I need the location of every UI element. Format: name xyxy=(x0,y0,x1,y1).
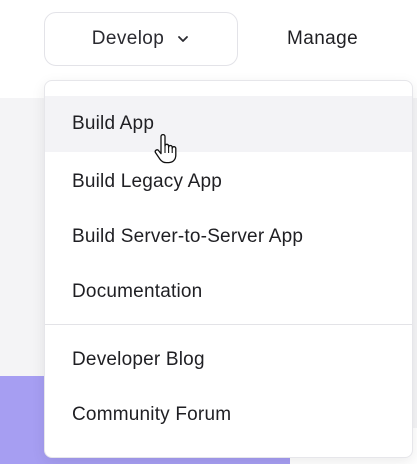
menu-item-build-app[interactable]: Build App xyxy=(45,96,412,152)
menu-item-label: Community Forum xyxy=(72,404,232,425)
menu-item-label: Build App xyxy=(72,113,155,134)
menu-divider xyxy=(45,324,412,325)
menu-item-build-server-to-server-app[interactable]: Build Server-to-Server App xyxy=(45,209,412,265)
menu-item-label: Build Server-to-Server App xyxy=(72,226,304,247)
develop-menu-button[interactable]: Develop xyxy=(44,12,238,66)
menu-item-build-legacy-app[interactable]: Build Legacy App xyxy=(45,154,412,210)
menu-item-label: Developer Blog xyxy=(72,349,205,370)
manage-label: Manage xyxy=(287,28,359,49)
develop-dropdown-menu: Build App Build Legacy App Build Server-… xyxy=(44,80,413,458)
menu-item-developer-blog[interactable]: Developer Blog xyxy=(45,332,412,388)
menu-item-label: Documentation xyxy=(72,281,203,302)
manage-menu-link[interactable]: Manage xyxy=(287,12,358,66)
menu-item-community-forum[interactable]: Community Forum xyxy=(45,387,412,443)
menu-item-documentation[interactable]: Documentation xyxy=(45,264,412,320)
develop-label: Develop xyxy=(91,28,165,49)
chevron-down-icon xyxy=(178,36,189,42)
menu-item-label: Build Legacy App xyxy=(72,171,223,192)
